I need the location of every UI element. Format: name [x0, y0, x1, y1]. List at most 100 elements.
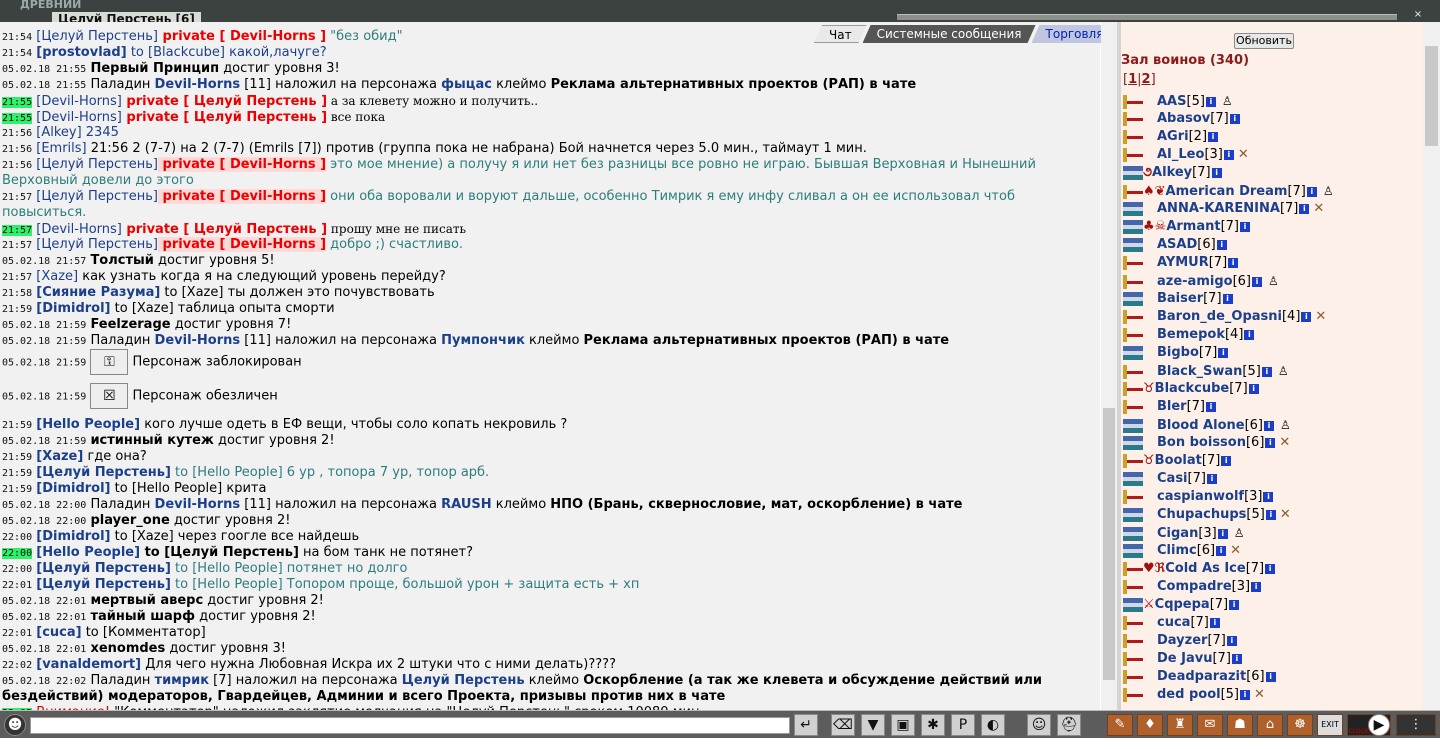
private-arrow-icon[interactable] — [1123, 291, 1143, 306]
filter-icon[interactable]: ▼ — [861, 714, 885, 736]
private-icon[interactable]: P — [951, 714, 975, 736]
extra-panel-icon[interactable]: ⋮ — [1396, 714, 1436, 736]
player-name[interactable]: Bon boisson — [1157, 435, 1246, 450]
private-arrow-icon[interactable] — [1123, 129, 1143, 144]
private-arrow-icon[interactable] — [1123, 184, 1143, 199]
message-timestamp[interactable]: 21:57 — [2, 272, 32, 283]
chat-nick[interactable]: RAUSH — [441, 497, 491, 512]
player-list-item[interactable]: aze-amigo[6] i ♙ — [1123, 272, 1279, 290]
player-name[interactable]: Blood Alone — [1157, 418, 1245, 433]
message-timestamp[interactable]: 21:59 — [2, 304, 32, 315]
message-timestamp[interactable]: 05.02.18 21:57 — [2, 256, 86, 267]
player-name[interactable]: Black_Swan — [1157, 364, 1242, 379]
info-icon[interactable]: i — [1206, 401, 1217, 412]
player-list-item[interactable]: Bon boisson[6] i ✕ — [1123, 434, 1290, 452]
chat-nick[interactable]: private [ Целуй Перстень ] — [122, 94, 327, 109]
info-icon[interactable]: i — [1205, 96, 1216, 107]
message-timestamp[interactable]: 05.02.18 22:01 — [2, 596, 86, 607]
inventory-icon[interactable]: ♦ — [1137, 714, 1163, 736]
message-timestamp[interactable]: 22:01 — [2, 628, 32, 639]
message-timestamp[interactable]: 21:59 — [2, 452, 32, 463]
info-icon[interactable]: i — [1248, 383, 1259, 394]
friends-icon[interactable]: ☸ — [1287, 714, 1313, 736]
player-list-item[interactable]: ♉Blackcube[7] i — [1123, 380, 1259, 398]
helmet-icon[interactable]: ⛑ — [1057, 714, 1081, 736]
private-arrow-icon[interactable] — [1123, 309, 1143, 324]
player-name[interactable]: AYMUR — [1157, 255, 1209, 270]
clan-emblem-icon[interactable]: ૭ — [1143, 165, 1152, 180]
chat-nick[interactable]: [Xaze] — [36, 269, 78, 284]
private-arrow-icon[interactable] — [1123, 633, 1143, 648]
player-name[interactable]: Cigan — [1157, 526, 1198, 541]
info-icon[interactable]: i — [1209, 617, 1220, 628]
castle-icon[interactable]: ⌂ — [1257, 714, 1283, 736]
message-timestamp[interactable]: 05.02.18 21:55 — [2, 80, 86, 91]
message-timestamp[interactable]: 21:57 — [2, 225, 33, 236]
private-arrow-icon[interactable] — [1123, 435, 1143, 450]
chat-scrollbar[interactable] — [1101, 22, 1117, 710]
chat-nick[interactable]: Devil-Horns — [155, 497, 241, 512]
player-list-item[interactable]: Compadre[3] i — [1123, 578, 1262, 596]
clan-emblem-icon[interactable]: ♣☠ — [1143, 219, 1166, 234]
player-list-item[interactable]: Dayzer[7] i — [1123, 632, 1237, 650]
player-name[interactable]: caspianwolf — [1157, 489, 1244, 504]
clan-emblem-icon[interactable]: ♉ — [1143, 453, 1155, 468]
player-list-item[interactable]: cuca[7] i — [1123, 614, 1220, 632]
private-arrow-icon[interactable] — [1123, 364, 1143, 379]
chat-mode-icon[interactable]: ☻ — [4, 714, 26, 736]
player-name[interactable]: ded pool — [1157, 687, 1221, 702]
player-name[interactable]: AI_Leo — [1157, 147, 1204, 162]
page-2-link[interactable]: 2 — [1142, 72, 1151, 87]
chat-nick[interactable]: [Целуй Перстень] — [36, 189, 158, 204]
player-name[interactable]: Casi — [1157, 471, 1188, 486]
chat-nick[interactable]: [Emrils] — [36, 141, 86, 156]
info-icon[interactable]: i — [1240, 689, 1250, 700]
chat-nick[interactable]: [Целуй Перстень] — [36, 157, 158, 172]
fight-icon[interactable]: ✱ — [921, 714, 945, 736]
chat-nick[interactable]: private [ Devil-Horns ] — [158, 29, 327, 44]
chat-nick[interactable]: [prostovlad] — [36, 45, 126, 60]
info-icon[interactable]: i — [1218, 347, 1229, 358]
player-name[interactable]: ANNA-KARENINA — [1157, 201, 1280, 216]
player-name[interactable]: aze-amigo — [1157, 274, 1233, 289]
play-icon[interactable]: ▶ — [1368, 714, 1390, 736]
refresh-button[interactable]: Обновить — [1234, 33, 1294, 49]
message-timestamp[interactable]: 05.02.18 22:00 — [2, 500, 86, 511]
clan-emblem-icon[interactable]: ⚔ — [1143, 597, 1155, 612]
info-icon[interactable]: i — [1265, 437, 1276, 448]
player-list-item[interactable]: Abasov[7] i — [1123, 110, 1240, 128]
private-arrow-icon[interactable] — [1123, 651, 1143, 666]
player-name[interactable]: cuca — [1157, 615, 1190, 630]
private-arrow-icon[interactable] — [1123, 201, 1143, 216]
chat-nick[interactable]: [Целуй Перстень] — [36, 577, 171, 592]
message-timestamp[interactable]: 22:01 — [2, 580, 32, 591]
chat-nick[interactable]: [Devil-Horns] — [36, 222, 122, 237]
message-timestamp[interactable]: 05.02.18 21:59 — [2, 436, 86, 447]
send-icon[interactable]: ↵ — [794, 714, 818, 736]
chat-nick[interactable]: [Hello People] — [36, 545, 140, 560]
player-list-item[interactable]: AI_Leo[3] i ✕ — [1123, 146, 1249, 164]
info-icon[interactable]: i — [1263, 491, 1274, 502]
chat-nick[interactable]: [Целуй Перстень] — [36, 465, 171, 480]
info-icon[interactable]: i — [1228, 257, 1239, 268]
info-icon[interactable]: i — [1223, 149, 1234, 160]
chat-nick[interactable]: [cuca] — [36, 625, 81, 640]
message-timestamp[interactable]: 05.02.18 22:01 — [2, 644, 86, 655]
smiles-icon[interactable]: ☺ — [1027, 714, 1051, 736]
player-list-item[interactable]: AGri[2] i — [1123, 128, 1219, 146]
message-timestamp[interactable]: 21:55 — [2, 113, 33, 124]
message-timestamp[interactable]: 05.02.18 21:59 — [2, 358, 86, 369]
message-timestamp[interactable]: 21:58 — [2, 288, 32, 299]
private-arrow-icon[interactable] — [1123, 526, 1143, 541]
info-icon[interactable]: i — [1217, 528, 1228, 539]
player-name[interactable]: Cold As Ice — [1165, 561, 1245, 576]
private-arrow-icon[interactable] — [1123, 579, 1143, 594]
message-timestamp[interactable]: 21:57 — [2, 192, 32, 203]
player-name[interactable]: Bigbo — [1157, 345, 1199, 360]
message-timestamp[interactable]: 05.02.18 22:02 — [2, 676, 86, 687]
sound-icon[interactable]: ◐ — [981, 714, 1005, 736]
info-icon[interactable]: i — [1299, 203, 1310, 214]
player-name[interactable]: Dayzer — [1157, 633, 1207, 648]
message-timestamp[interactable]: 05.02.18 21:59 — [2, 336, 86, 347]
info-icon[interactable]: i — [1216, 239, 1227, 250]
